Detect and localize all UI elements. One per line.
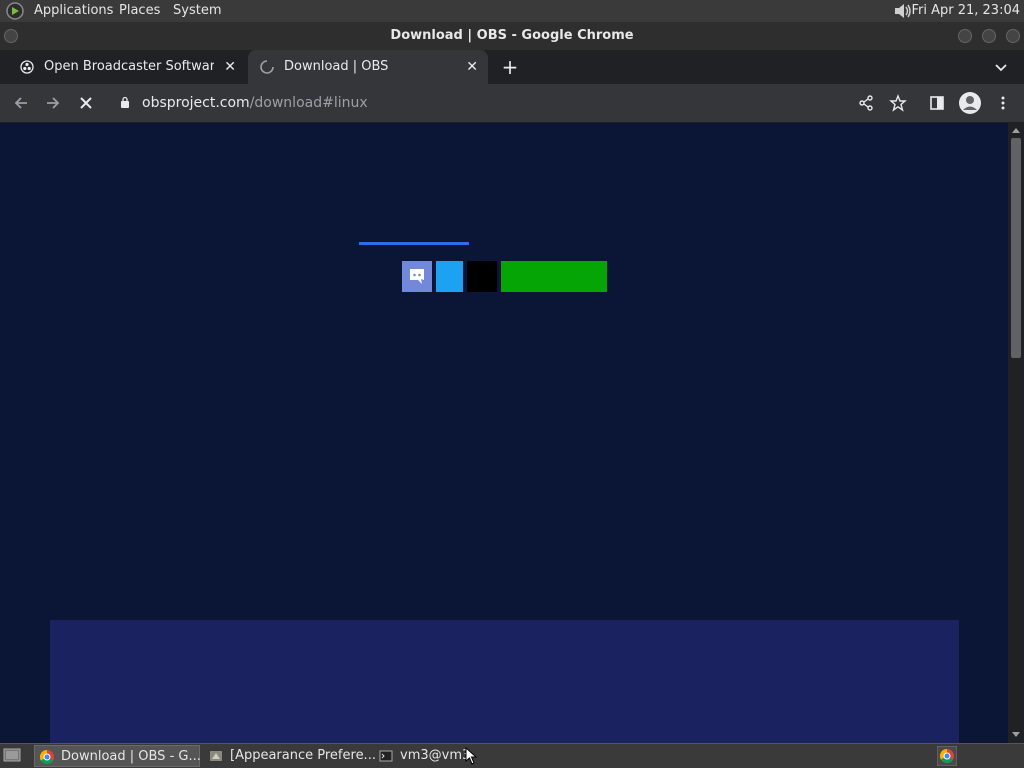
chrome-tray-icon[interactable] bbox=[937, 746, 957, 766]
menu-places[interactable]: Places bbox=[119, 2, 160, 20]
tab-download-obs[interactable]: Download | OBS ✕ bbox=[248, 50, 488, 84]
scroll-up-arrow-icon[interactable] bbox=[1010, 125, 1022, 135]
lock-icon[interactable] bbox=[120, 96, 130, 108]
taskbar-item-label: Download | OBS - G... bbox=[61, 749, 201, 764]
scrollbar-thumb[interactable] bbox=[1011, 138, 1021, 358]
appearance-icon bbox=[210, 751, 222, 761]
side-panel-icon[interactable] bbox=[928, 94, 946, 112]
chevron-down-icon[interactable] bbox=[992, 58, 1010, 76]
scroll-down-arrow-icon[interactable] bbox=[1010, 730, 1022, 740]
back-arrow-icon[interactable] bbox=[12, 94, 30, 112]
minimize-button[interactable] bbox=[958, 29, 972, 43]
kebab-menu-icon[interactable] bbox=[994, 94, 1012, 112]
window-title-bar[interactable]: Download | OBS - Google Chrome bbox=[0, 22, 1024, 50]
terminal-icon bbox=[379, 750, 393, 762]
share-icon[interactable] bbox=[857, 94, 875, 112]
maximize-button[interactable] bbox=[982, 29, 996, 43]
github-button[interactable] bbox=[467, 261, 497, 292]
url-path: /download#linux bbox=[249, 95, 368, 111]
discord-icon bbox=[410, 269, 424, 284]
close-window-button[interactable] bbox=[1006, 29, 1020, 43]
taskbar: Download | OBS - G... [Appearance Prefer… bbox=[0, 743, 1024, 768]
content-panel bbox=[50, 620, 959, 743]
tab-label: Download | OBS bbox=[284, 59, 389, 74]
download-button[interactable] bbox=[501, 261, 607, 292]
tab-obs-home[interactable]: Open Broadcaster Software | OBS ✕ bbox=[8, 50, 246, 84]
tab-label: Open Broadcaster Software | OBS bbox=[44, 59, 214, 74]
top-panel: Applications Places System Fri Apr 21, 2… bbox=[0, 0, 1024, 22]
new-tab-button[interactable]: + bbox=[500, 57, 520, 77]
taskbar-item-label: vm3@vm3 bbox=[400, 748, 471, 763]
menu-applications[interactable]: Applications bbox=[34, 2, 113, 20]
chrome-icon bbox=[39, 749, 54, 765]
loading-spinner-icon bbox=[260, 60, 274, 74]
loading-progress-line bbox=[359, 242, 469, 245]
discord-button[interactable] bbox=[402, 261, 432, 292]
menu-system[interactable]: System bbox=[173, 2, 221, 20]
clock[interactable]: Fri Apr 21, 23:04 bbox=[911, 2, 1020, 20]
url-host: obsproject.com bbox=[142, 95, 250, 111]
taskbar-item-appearance[interactable]: [Appearance Prefere... bbox=[204, 745, 376, 767]
url-text[interactable]: obsproject.com/download#linux bbox=[142, 89, 368, 117]
show-desktop-icon[interactable] bbox=[2, 746, 22, 764]
twitter-button[interactable] bbox=[436, 261, 463, 292]
taskbar-item-chrome[interactable]: Download | OBS - G... bbox=[34, 745, 201, 767]
forward-arrow-icon[interactable] bbox=[44, 94, 62, 112]
close-tab-icon[interactable]: ✕ bbox=[466, 50, 478, 84]
mouse-cursor-icon bbox=[465, 747, 477, 765]
window-title: Download | OBS - Google Chrome bbox=[390, 28, 634, 43]
profile-avatar-icon[interactable] bbox=[958, 91, 982, 115]
obs-favicon-icon bbox=[20, 60, 34, 74]
window-menu-button[interactable] bbox=[4, 29, 18, 43]
close-tab-icon[interactable]: ✕ bbox=[224, 50, 236, 84]
bookmark-star-icon[interactable] bbox=[889, 94, 907, 112]
gnome-foot-icon[interactable] bbox=[5, 1, 25, 21]
stop-loading-icon[interactable] bbox=[77, 94, 95, 112]
taskbar-item-label: [Appearance Prefere... bbox=[230, 748, 376, 763]
taskbar-item-terminal[interactable]: vm3@vm3 bbox=[374, 745, 474, 767]
